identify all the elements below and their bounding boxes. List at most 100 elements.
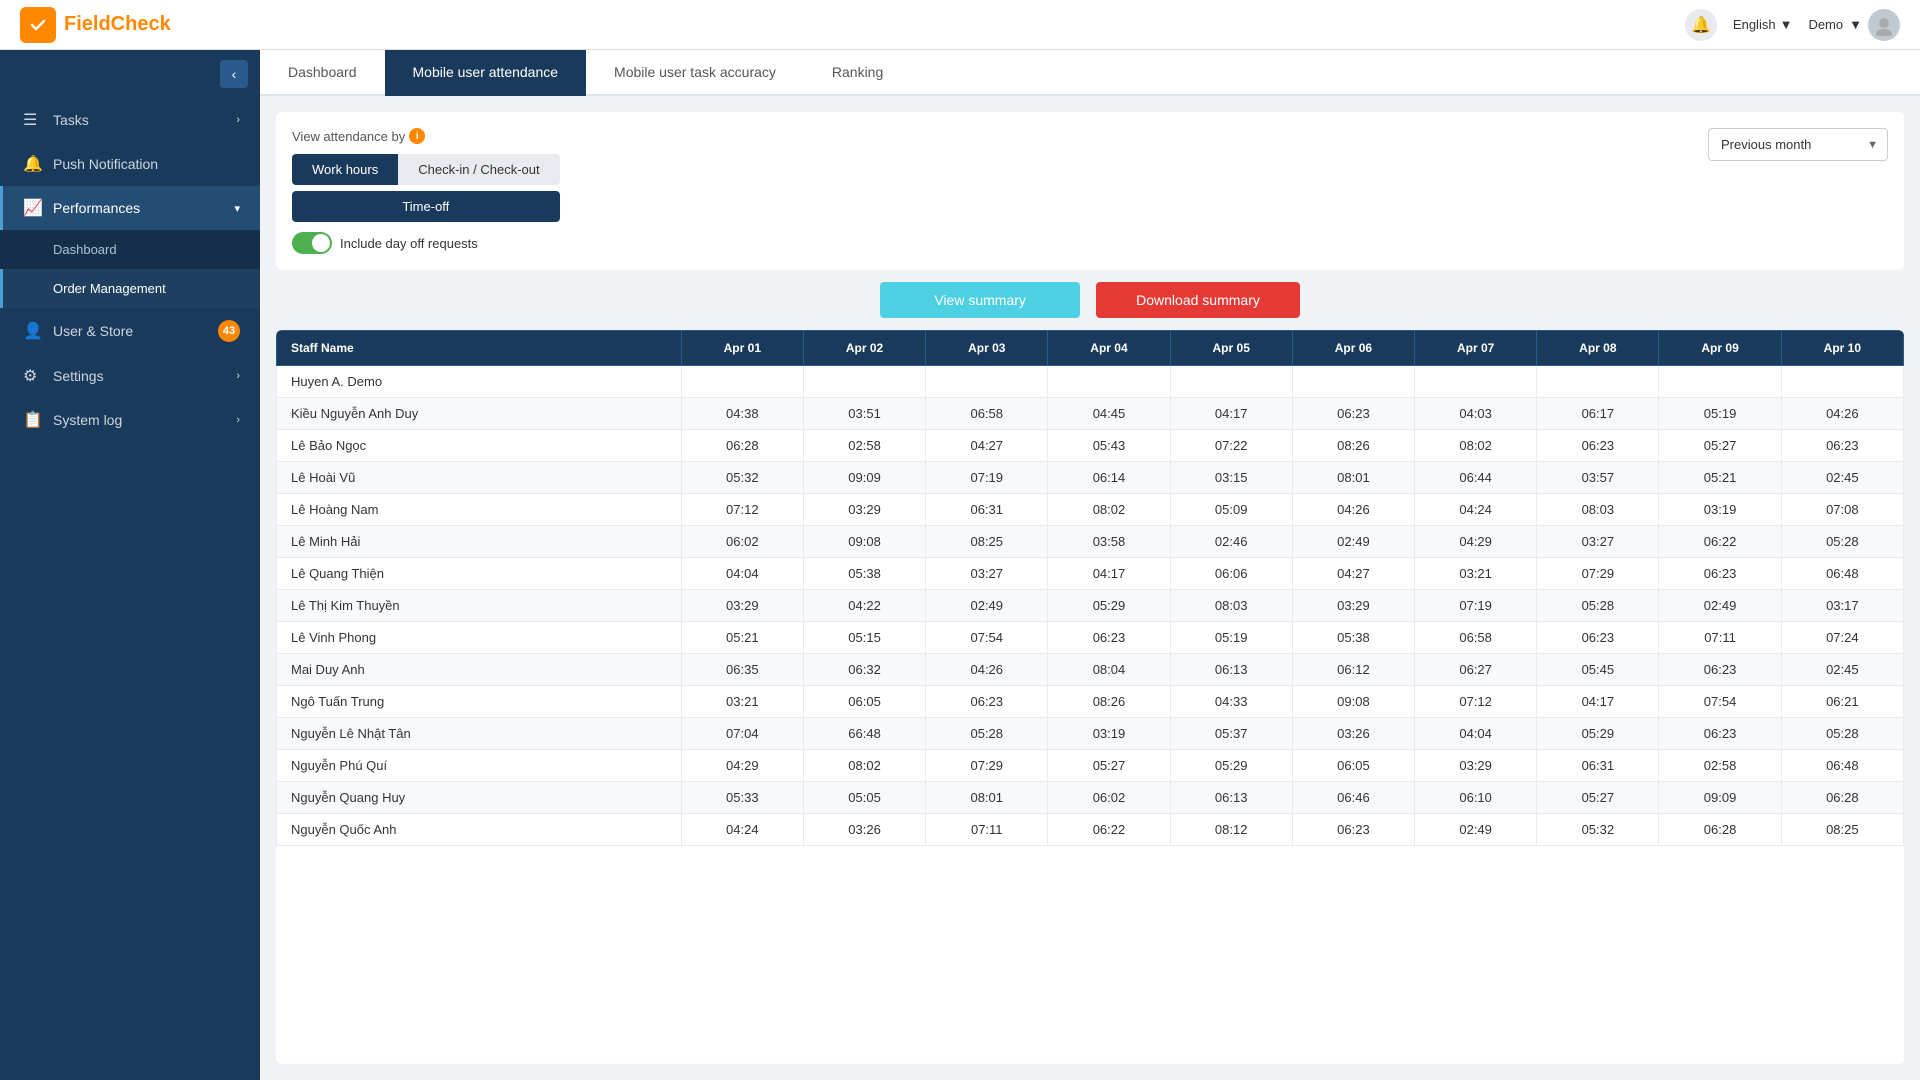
time-cell: 02:49 <box>1659 590 1781 622</box>
time-cell: 03:58 <box>1048 526 1170 558</box>
btn-work-hours[interactable]: Work hours <box>292 154 398 185</box>
time-cell: 06:02 <box>681 526 803 558</box>
sidebar-item-performances[interactable]: 📈 Performances ▾ <box>0 186 260 230</box>
time-cell: 03:15 <box>1170 462 1292 494</box>
sidebar-item-dashboard[interactable]: Dashboard <box>0 230 260 269</box>
time-cell: 05:28 <box>1781 526 1903 558</box>
sidebar-toggle-button[interactable]: ‹ <box>220 60 248 88</box>
sidebar-item-user-store[interactable]: 👤 User & Store 43 <box>0 308 260 354</box>
attendance-table: Staff NameApr 01Apr 02Apr 03Apr 04Apr 05… <box>276 330 1904 846</box>
time-cell: 03:21 <box>1415 558 1537 590</box>
table-row: Lê Vinh Phong05:2105:1507:5406:2305:1905… <box>277 622 1904 654</box>
table-row: Lê Quang Thiện04:0405:3803:2704:1706:060… <box>277 558 1904 590</box>
staff-name-cell: Nguyễn Lê Nhật Tân <box>277 718 682 750</box>
info-icon: i <box>409 128 425 144</box>
tab-dashboard[interactable]: Dashboard <box>260 50 385 96</box>
time-cell: 04:17 <box>1170 398 1292 430</box>
table-row: Lê Hoàng Nam07:1203:2906:3108:0205:0904:… <box>277 494 1904 526</box>
time-cell <box>803 366 925 398</box>
sidebar-item-order-management[interactable]: Order Management <box>0 269 260 308</box>
time-cell: 06:48 <box>1781 750 1903 782</box>
table-row: Nguyễn Quốc Anh04:2403:2607:1106:2208:12… <box>277 814 1904 846</box>
time-cell: 04:04 <box>681 558 803 590</box>
download-summary-button[interactable]: Download summary <box>1096 282 1300 318</box>
time-cell: 03:19 <box>1048 718 1170 750</box>
time-cell: 06:02 <box>1048 782 1170 814</box>
time-cell: 06:46 <box>1292 782 1414 814</box>
time-cell: 08:25 <box>926 526 1048 558</box>
col-header-apr-08: Apr 08 <box>1537 331 1659 366</box>
time-cell: 04:22 <box>803 590 925 622</box>
sidebar-item-tasks[interactable]: ☰ Tasks › <box>0 98 260 142</box>
sidebar-item-label: System log <box>53 412 122 428</box>
month-select[interactable]: Current monthPrevious monthLast 3 months <box>1708 128 1888 161</box>
staff-name-cell: Huyen A. Demo <box>277 366 682 398</box>
time-cell: 03:29 <box>803 494 925 526</box>
time-cell: 05:09 <box>1170 494 1292 526</box>
time-cell: 02:49 <box>1415 814 1537 846</box>
tab-ranking[interactable]: Ranking <box>804 50 911 96</box>
time-cell: 05:38 <box>803 558 925 590</box>
btn-checkin-checkout[interactable]: Check-in / Check-out <box>398 154 559 185</box>
time-cell: 06:10 <box>1415 782 1537 814</box>
time-cell: 07:24 <box>1781 622 1903 654</box>
sidebar-item-settings[interactable]: ⚙ Settings › <box>0 354 260 398</box>
sidebar-item-push-notification[interactable]: 🔔 Push Notification <box>0 142 260 186</box>
sidebar-item-label: Settings <box>53 368 104 384</box>
time-cell: 03:27 <box>926 558 1048 590</box>
time-cell: 04:17 <box>1537 686 1659 718</box>
staff-name-cell: Lê Minh Hải <box>277 526 682 558</box>
time-cell: 08:02 <box>803 750 925 782</box>
tab-mobile-user-attendance[interactable]: Mobile user attendance <box>385 50 587 96</box>
time-cell: 05:43 <box>1048 430 1170 462</box>
btn-timeoff[interactable]: Time-off <box>292 191 560 222</box>
time-cell: 06:48 <box>1781 558 1903 590</box>
dashboard-label: Dashboard <box>53 242 117 257</box>
settings-arrow: › <box>236 370 240 382</box>
time-cell: 03:21 <box>681 686 803 718</box>
col-header-apr-10: Apr 10 <box>1781 331 1903 366</box>
time-cell: 05:28 <box>1537 590 1659 622</box>
include-day-off-toggle[interactable] <box>292 232 332 254</box>
performances-submenu: Dashboard Order Management <box>0 230 260 308</box>
notification-bell[interactable]: 🔔 <box>1685 9 1717 41</box>
sidebar-item-system-log[interactable]: 📋 System log › <box>0 398 260 442</box>
time-cell: 06:14 <box>1048 462 1170 494</box>
view-summary-button[interactable]: View summary <box>880 282 1080 318</box>
table-header-row: Staff NameApr 01Apr 02Apr 03Apr 04Apr 05… <box>277 331 1904 366</box>
time-cell <box>1170 366 1292 398</box>
navbar: FieldCheck 🔔 English ▼ Demo ▼ <box>0 0 1920 50</box>
time-cell: 07:12 <box>1415 686 1537 718</box>
staff-name-cell: Kiều Nguyễn Anh Duy <box>277 398 682 430</box>
time-cell: 05:27 <box>1048 750 1170 782</box>
time-cell: 04:24 <box>681 814 803 846</box>
staff-name-cell: Lê Hoàng Nam <box>277 494 682 526</box>
time-cell <box>1781 366 1903 398</box>
time-cell: 02:49 <box>1292 526 1414 558</box>
col-header-apr-01: Apr 01 <box>681 331 803 366</box>
table-row: Nguyễn Quang Huy05:3305:0508:0106:0206:1… <box>277 782 1904 814</box>
time-cell: 06:05 <box>1292 750 1414 782</box>
time-cell <box>1415 366 1537 398</box>
time-cell: 07:08 <box>1781 494 1903 526</box>
time-cell: 06:23 <box>926 686 1048 718</box>
user-menu[interactable]: Demo ▼ <box>1808 9 1900 41</box>
time-cell: 06:23 <box>1048 622 1170 654</box>
time-cell: 04:26 <box>1781 398 1903 430</box>
time-cell: 06:21 <box>1781 686 1903 718</box>
time-cell: 06:31 <box>1537 750 1659 782</box>
time-cell: 08:26 <box>1292 430 1414 462</box>
time-cell: 04:17 <box>1048 558 1170 590</box>
staff-name-cell: Lê Vinh Phong <box>277 622 682 654</box>
time-cell: 06:22 <box>1048 814 1170 846</box>
time-cell: 04:04 <box>1415 718 1537 750</box>
time-cell <box>926 366 1048 398</box>
time-cell: 02:58 <box>803 430 925 462</box>
table-row: Lê Hoài Vũ05:3209:0907:1906:1403:1508:01… <box>277 462 1904 494</box>
attendance-table-container[interactable]: Staff NameApr 01Apr 02Apr 03Apr 04Apr 05… <box>276 330 1904 1064</box>
time-cell: 07:29 <box>926 750 1048 782</box>
tab-mobile-user-task-accuracy[interactable]: Mobile user task accuracy <box>586 50 804 96</box>
time-cell: 05:37 <box>1170 718 1292 750</box>
language-selector[interactable]: English ▼ <box>1733 17 1793 32</box>
time-cell: 05:29 <box>1537 718 1659 750</box>
